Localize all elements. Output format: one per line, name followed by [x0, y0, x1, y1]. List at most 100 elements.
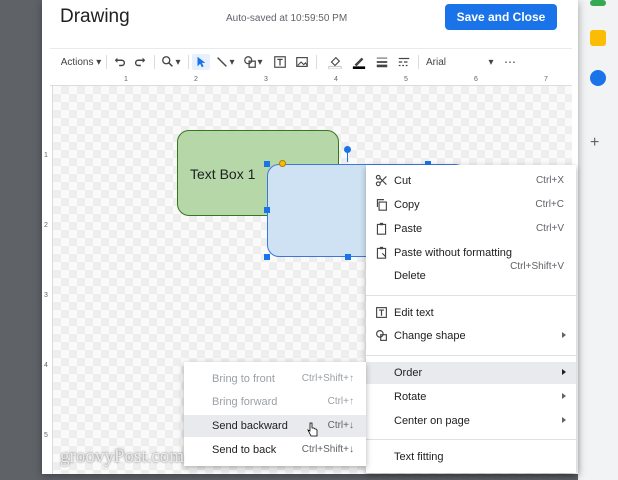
sheets-icon[interactable] [590, 0, 606, 6]
actions-menu[interactable]: Actions ▾ [60, 54, 102, 70]
ruler-number: 7 [544, 76, 548, 83]
ruler-number: 3 [264, 76, 268, 83]
menu-label: Order [394, 367, 423, 379]
font-name: Arial [426, 56, 447, 68]
menu-divider [366, 355, 576, 356]
menu-shortcut: Ctrl+Shift+↓ [301, 444, 354, 455]
actions-label: Actions [60, 56, 94, 68]
menu-item-order[interactable]: Order [366, 362, 576, 384]
toolbar: Actions ▾ ▾ ▾ ▾ Arial ▾ ⋯ [50, 48, 572, 75]
menu-item-delete[interactable]: Delete [366, 265, 576, 287]
ruler-number: 1 [44, 152, 48, 159]
resize-handle[interactable] [345, 254, 351, 260]
resize-handle[interactable] [264, 254, 270, 260]
menu-shortcut: Ctrl+↑ [327, 396, 354, 407]
context-menu: Cut Ctrl+X Copy Ctrl+C Paste Ctrl+V Past… [366, 165, 576, 473]
text-box-1-label: Text Box 1 [190, 166, 256, 182]
watermark: groovyPost.com [60, 446, 185, 467]
menu-label: Delete [394, 270, 426, 282]
menu-shortcut: Ctrl+C [535, 199, 564, 210]
menu-item-change-shape[interactable]: Change shape [366, 325, 576, 347]
chevron-down-icon[interactable]: ▾ [486, 54, 496, 70]
ruler-number: 2 [44, 222, 48, 229]
rotate-handle[interactable] [344, 146, 351, 153]
save-and-close-button[interactable]: Save and Close [445, 4, 557, 30]
line-color-icon[interactable] [350, 54, 368, 70]
submenu-arrow-icon [562, 417, 566, 423]
menu-label: Copy [394, 199, 420, 211]
resize-handle[interactable] [264, 161, 270, 167]
ruler-number: 5 [44, 432, 48, 439]
textbox-icon[interactable] [272, 54, 288, 70]
menu-label: Cut [394, 175, 412, 187]
ruler-number: 3 [44, 292, 48, 299]
resize-handle[interactable] [264, 207, 270, 213]
menu-shortcut: Ctrl+↓ [327, 420, 354, 431]
redo-icon[interactable] [132, 54, 148, 70]
menu-item-paste[interactable]: Paste Ctrl+V [366, 218, 576, 240]
copy-icon [375, 198, 388, 211]
menu-label: Text fitting [394, 451, 444, 463]
menu-item-cut[interactable]: Cut Ctrl+X [366, 170, 576, 192]
menu-shortcut: Ctrl+Shift+↑ [301, 373, 354, 384]
menu-label: Change shape [394, 330, 466, 342]
edit-text-icon [375, 306, 388, 319]
menu-divider [366, 295, 576, 296]
menu-label: Edit text [394, 307, 434, 319]
dialog-title: Drawing [60, 6, 130, 27]
select-icon[interactable] [192, 54, 210, 70]
menu-shortcut: Ctrl+V [535, 223, 564, 234]
menu-item-text-fitting[interactable]: Text fitting [366, 446, 576, 468]
ruler-number: 1 [124, 76, 128, 83]
menu-item-bring-to-front[interactable]: Bring to front Ctrl+Shift+↑ [184, 368, 366, 390]
side-panel: + [578, 0, 618, 480]
shape-icon[interactable]: ▾ [242, 54, 264, 70]
menu-label: Send backward [212, 420, 288, 432]
menu-item-center-on-page[interactable]: Center on page [366, 410, 576, 432]
autosave-status: Auto-saved at 10:59:50 PM [226, 13, 348, 24]
zoom-icon[interactable]: ▾ [160, 54, 182, 70]
ruler-number: 2 [194, 76, 198, 83]
ruler-number: 5 [404, 76, 408, 83]
add-addon-icon[interactable]: + [590, 134, 599, 152]
ruler-number: 6 [474, 76, 478, 83]
menu-label: Bring to front [212, 373, 275, 385]
paste-icon [375, 222, 388, 235]
submenu-arrow-icon [562, 393, 566, 399]
menu-label: Paste without formatting [394, 247, 513, 259]
keep-icon[interactable] [590, 30, 606, 46]
menu-item-rotate[interactable]: Rotate [366, 386, 576, 408]
ruler-number: 4 [334, 76, 338, 83]
change-shape-icon [375, 329, 388, 342]
scissors-icon [375, 174, 388, 187]
line-dash-icon[interactable] [396, 54, 412, 70]
menu-shortcut: Ctrl+X [535, 175, 564, 186]
adjust-handle[interactable] [279, 160, 286, 167]
menu-divider [366, 439, 576, 440]
menu-label: Bring forward [212, 396, 278, 408]
menu-label: Paste [394, 223, 423, 235]
undo-icon[interactable] [112, 54, 128, 70]
tasks-icon[interactable] [590, 70, 606, 86]
ruler-number: 4 [44, 362, 48, 369]
vertical-ruler: 1 2 3 4 5 [42, 86, 53, 474]
menu-item-copy[interactable]: Copy Ctrl+C [366, 194, 576, 216]
rotate-stem [347, 152, 348, 162]
menu-item-edit-text[interactable]: Edit text [366, 302, 576, 324]
menu-item-send-backward[interactable]: Send backward Ctrl+↓ [184, 415, 366, 437]
menu-label: Rotate [394, 391, 427, 403]
more-icon[interactable]: ⋯ [502, 54, 518, 70]
menu-item-send-to-back[interactable]: Send to back Ctrl+Shift+↓ [184, 439, 366, 461]
horizontal-ruler: 1 2 3 4 5 6 7 [50, 75, 572, 86]
order-submenu: Bring to front Ctrl+Shift+↑ Bring forwar… [184, 362, 366, 466]
menu-label: Center on page [394, 415, 470, 427]
paste-plain-icon [375, 246, 388, 259]
submenu-arrow-icon [562, 369, 566, 375]
menu-label: Send to back [212, 444, 277, 456]
line-icon[interactable]: ▾ [214, 54, 236, 70]
submenu-arrow-icon [562, 332, 566, 338]
line-weight-icon[interactable] [374, 54, 390, 70]
image-icon[interactable] [294, 54, 310, 70]
fill-color-icon[interactable] [326, 54, 344, 70]
menu-item-bring-forward[interactable]: Bring forward Ctrl+↑ [184, 391, 366, 413]
